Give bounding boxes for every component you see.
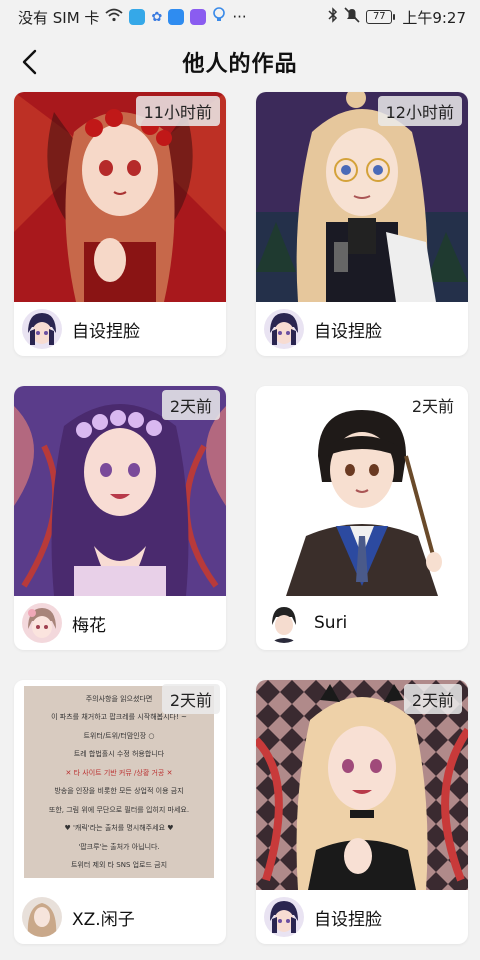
chevron-left-icon (22, 49, 37, 75)
carrier-text: 没有 SIM 卡 (18, 8, 100, 27)
work-card[interactable]: 2天前 自设捏脸 (256, 680, 468, 944)
user-avatar[interactable] (22, 309, 62, 349)
notice-line: '팝크루'는 출처가 아닙니다. (78, 842, 160, 851)
notice-line: 또한, 그림 위에 무단으로 필터를 입히지 마세요. (48, 805, 190, 814)
notice-line: ♥ '캐릭'라는 출처를 명시해주세요 ♥ (64, 824, 174, 833)
work-card[interactable]: 11小时前 自设捏脸 (14, 92, 226, 356)
time-badge: 2天前 (403, 684, 462, 714)
notice-line: 방송을 인장을 비롯한 모든 상업적 이용 금지 (54, 787, 184, 796)
artwork-image: 2天前 (14, 386, 226, 596)
username[interactable]: XZ.闲子 (72, 905, 135, 930)
card-footer: 梅花 (14, 596, 226, 650)
notice-line: 트레 합법홀시 수정 허용합니다 (73, 750, 165, 759)
artwork-image: 주의사항을 읽으셨다면 이 파츠를 채거하고 팝크레를 시작해봅시다! ~ 트위… (14, 680, 226, 890)
message-app-icon (129, 9, 146, 25)
battery-icon: 77 (366, 10, 396, 24)
status-bar: 没有 SIM 卡 ✿ ··· 77 上午9:27 (0, 0, 480, 34)
artwork-image: 2天前 (256, 386, 468, 596)
time-badge: 12小时前 (377, 96, 462, 126)
notice-panel: 주의사항을 읽으셨다면 이 파츠를 채거하고 팝크레를 시작해봅시다! ~ 트위… (24, 686, 214, 878)
username[interactable]: 自设捏脸 (314, 905, 382, 930)
notice-line: 트위터 제외 타 SNS 업로드 금지 (70, 860, 168, 869)
clock-text: 上午9:27 (402, 8, 466, 27)
username[interactable]: Suri (314, 613, 347, 633)
username[interactable]: 梅花 (72, 611, 106, 636)
wifi-icon (105, 8, 124, 26)
status-right: 77 上午9:27 (328, 7, 466, 28)
time-badge: 2天前 (161, 684, 220, 714)
works-grid: 11小时前 自设捏脸 12小时前 自设捏脸 2天前 梅花 2天前 Suri 주의… (14, 92, 468, 944)
card-footer: 自设捏脸 (14, 302, 226, 356)
search-app-icon (168, 9, 185, 25)
mute-bell-icon (344, 7, 360, 27)
work-card[interactable]: 2天前 梅花 (14, 386, 226, 650)
status-left: 没有 SIM 卡 ✿ ··· (18, 7, 247, 28)
user-avatar[interactable] (22, 897, 62, 937)
time-badge: 2天前 (411, 397, 454, 416)
user-avatar[interactable] (264, 309, 304, 349)
username[interactable]: 自设捏脸 (314, 317, 382, 342)
time-badge: 2天前 (161, 390, 220, 420)
bluetooth-icon (328, 7, 338, 27)
page-header: 他人的作品 (0, 38, 480, 86)
battery-level: 77 (372, 11, 386, 22)
card-footer: 自设捏脸 (256, 890, 468, 944)
bulb-app-icon (212, 7, 226, 27)
page-title: 他人的作品 (182, 52, 298, 77)
plus-app-icon (190, 9, 207, 25)
user-avatar[interactable] (22, 603, 62, 643)
artwork-image: 2天前 (256, 680, 468, 890)
paw-app-icon: ✿ (151, 9, 163, 25)
user-avatar[interactable] (264, 603, 304, 643)
notice-line: 트위터/트위/터맘인장 ○ (83, 731, 155, 740)
back-button[interactable] (14, 46, 46, 78)
notice-line: ✕ 타 사이트 기반 커뮤 /상황 거공 ✕ (65, 768, 173, 777)
artwork-image: 11小时前 (14, 92, 226, 302)
work-card[interactable]: 2天前 Suri (256, 386, 468, 650)
time-badge: 11小时前 (135, 96, 220, 126)
work-card[interactable]: 12小时前 自设捏脸 (256, 92, 468, 356)
more-notifications-icon: ··· (232, 8, 247, 26)
username[interactable]: 自设捏脸 (72, 317, 140, 342)
card-footer: 自设捏脸 (256, 302, 468, 356)
user-avatar[interactable] (264, 897, 304, 937)
card-footer: Suri (256, 596, 468, 650)
artwork-image: 12小时前 (256, 92, 468, 302)
card-footer: XZ.闲子 (14, 890, 226, 944)
work-card[interactable]: 주의사항을 읽으셨다면 이 파츠를 채거하고 팝크레를 시작해봅시다! ~ 트위… (14, 680, 226, 944)
